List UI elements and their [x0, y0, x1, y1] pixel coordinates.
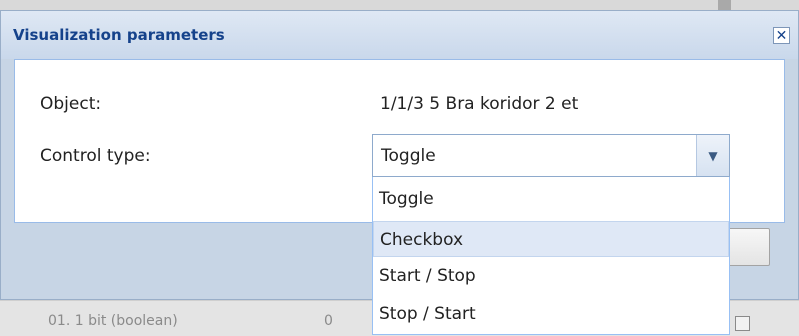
dropdown-trigger-button[interactable]: ▼ [696, 135, 729, 176]
close-button[interactable]: ✕ [773, 27, 790, 44]
chevron-down-icon: ▼ [708, 148, 718, 163]
object-value: 1/1/3 5 Bra koridor 2 et [380, 94, 579, 114]
option-toggle[interactable]: Toggle [373, 181, 729, 217]
background-row-value: 0 [324, 313, 333, 329]
close-icon: ✕ [775, 27, 788, 44]
option-stop-start[interactable]: Stop / Start [373, 296, 729, 332]
option-checkbox[interactable]: Checkbox [373, 221, 729, 257]
dialog-header[interactable]: Visualization parameters ✕ [1, 11, 798, 59]
dialog-title: Visualization parameters [13, 26, 225, 44]
background-row-type: 01. 1 bit (boolean) [48, 313, 178, 329]
background-mark [718, 0, 731, 10]
control-type-select[interactable]: Toggle ▼ [372, 134, 730, 177]
option-start-stop[interactable]: Start / Stop [373, 258, 729, 294]
control-type-label: Control type: [40, 146, 151, 166]
background-checkbox[interactable] [735, 316, 750, 331]
control-type-options-list: Toggle Checkbox Start / Stop Stop / Star… [372, 177, 730, 335]
control-type-value: Toggle [381, 146, 436, 166]
object-label: Object: [40, 94, 102, 114]
